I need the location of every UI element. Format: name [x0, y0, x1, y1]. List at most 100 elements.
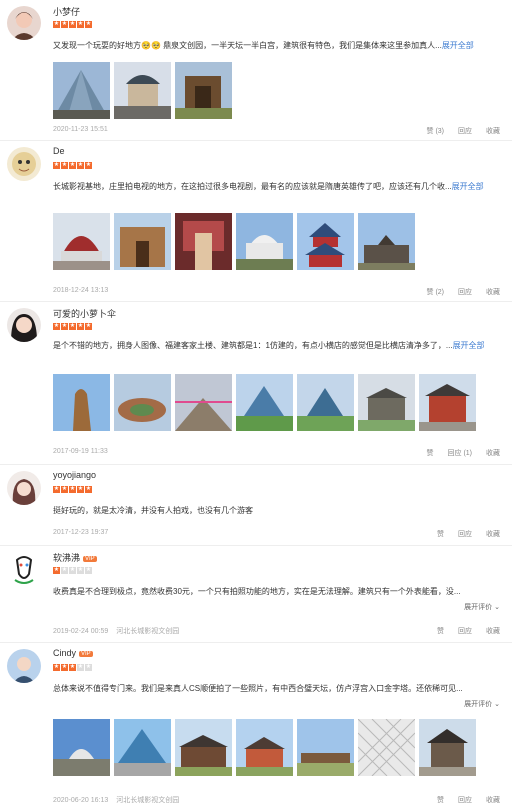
reply-button[interactable]: 回应 [458, 626, 472, 636]
username[interactable]: De [53, 146, 65, 156]
review-date: 2017-12-23 19:37 [53, 529, 109, 536]
username[interactable]: 小梦仔 [53, 5, 80, 18]
review-photo[interactable] [53, 213, 110, 270]
like-button[interactable]: 赞 [437, 795, 444, 805]
review-photo[interactable] [419, 374, 476, 431]
star-icon: ★ [85, 486, 92, 493]
star-icon: ★ [69, 162, 76, 169]
chevron-down-icon: ⌄ [494, 604, 500, 611]
review-text: 又发现一个玩耍的好地方🥺🥺 鼎泉文创园，一半天坛一半白宫，建筑很有特色，我们是集… [53, 41, 474, 50]
star-icon: ★ [61, 21, 68, 28]
star-icon: ★ [61, 323, 68, 330]
photo-strip [53, 719, 476, 776]
star-icon: ★ [77, 664, 84, 671]
review-item: 小梦仔 ★ ★ ★ ★ ★ 又发现一个玩耍的好地方🥺🥺 鼎泉文创园，一半天坛一半白宫，建… [0, 0, 512, 141]
star-icon: ★ [69, 323, 76, 330]
review-text: 挺好玩的，就是太冷清，并没有人拍戏，也没有几个游客 [53, 506, 253, 515]
reply-button[interactable]: 回应 (1) [448, 448, 473, 458]
star-icon: ★ [85, 21, 92, 28]
review-photo[interactable] [175, 719, 232, 776]
username[interactable]: Cindy VIP [53, 648, 93, 658]
review-photo[interactable] [297, 719, 354, 776]
favorite-button[interactable]: 收藏 [486, 287, 500, 297]
avatar[interactable] [7, 6, 41, 40]
review-photo[interactable] [175, 213, 232, 270]
star-rating: ★ ★ ★ ★ ★ [53, 21, 92, 28]
reply-button[interactable]: 回应 [458, 126, 472, 136]
star-icon: ★ [61, 567, 68, 574]
username[interactable]: 软沸沸 VIP [53, 551, 97, 564]
like-button[interactable]: 赞 [437, 529, 444, 539]
review-item: 可爱的小萝卜伞 ★ ★ ★ ★ ★ 是个不错的地方，拥身人图像、福建客家土楼、建筑都是1… [0, 302, 512, 465]
review-photo[interactable] [419, 719, 476, 776]
star-icon: ★ [85, 664, 92, 671]
review-photo[interactable] [114, 62, 171, 119]
photo-strip [53, 213, 415, 270]
favorite-button[interactable]: 收藏 [486, 448, 500, 458]
star-icon: ★ [85, 323, 92, 330]
username[interactable]: yoyojiango [53, 470, 96, 480]
review-photo[interactable] [114, 213, 171, 270]
favorite-button[interactable]: 收藏 [486, 795, 500, 805]
review-text: 长城影视基地，庄里拍电视的地方，在这拍过很多电视剧，最有名的应该就是隋唐英雄传了… [53, 182, 484, 191]
review-photo[interactable] [236, 374, 293, 431]
star-rating: ★ ★ ★ ★ ★ [53, 664, 92, 671]
shop-name[interactable]: 河北长城影视文创园 [116, 628, 179, 635]
reply-button[interactable]: 回应 [458, 287, 472, 297]
like-button[interactable]: 赞 [427, 448, 434, 458]
chevron-down-icon: ⌄ [494, 701, 500, 708]
reply-button[interactable]: 回应 [458, 795, 472, 805]
review-actions: 赞 回应 (1) 收藏 [427, 448, 501, 458]
expand-all-link[interactable]: 展开全部 [442, 41, 474, 50]
review-photo[interactable] [236, 719, 293, 776]
star-icon: ★ [77, 567, 84, 574]
vip-badge: VIP [79, 651, 93, 657]
review-date: 2019-02-24 00:59 河北长城影视文创园 [53, 628, 180, 635]
review-photo[interactable] [358, 213, 415, 270]
review-photo[interactable] [53, 719, 110, 776]
favorite-button[interactable]: 收藏 [486, 126, 500, 136]
review-photo[interactable] [358, 374, 415, 431]
review-photo[interactable] [53, 62, 110, 119]
like-button[interactable]: 赞 [437, 626, 444, 636]
review-photo[interactable] [53, 374, 110, 431]
review-photo[interactable] [114, 374, 171, 431]
review-photo[interactable] [297, 213, 354, 270]
star-icon: ★ [77, 323, 84, 330]
review-photo[interactable] [175, 374, 232, 431]
star-icon: ★ [77, 162, 84, 169]
review-item: Cindy VIP ★ ★ ★ ★ ★ 总体来说不值得专门来。我们是来真人CS顺便拍了一些… [0, 643, 512, 805]
shop-name[interactable]: 河北长城影视文创园 [116, 797, 179, 804]
review-photo[interactable] [236, 213, 293, 270]
avatar[interactable] [7, 147, 41, 181]
reply-button[interactable]: 回应 [458, 529, 472, 539]
expand-review-button[interactable]: 展开评价 ⌄ [464, 699, 500, 709]
username[interactable]: 可爱的小萝卜伞 [53, 307, 116, 320]
favorite-button[interactable]: 收藏 [486, 529, 500, 539]
like-button[interactable]: 赞 (3) [427, 126, 445, 136]
review-actions: 赞 回应 收藏 [437, 626, 500, 636]
avatar[interactable] [7, 552, 41, 586]
review-photo[interactable] [297, 374, 354, 431]
expand-all-link[interactable]: 展开全部 [453, 341, 485, 350]
star-rating: ★ ★ ★ ★ ★ [53, 567, 92, 574]
review-photo[interactable] [175, 62, 232, 119]
star-icon: ★ [53, 162, 60, 169]
photo-strip [53, 62, 232, 119]
avatar[interactable] [7, 471, 41, 505]
expand-all-link[interactable]: 展开全部 [452, 182, 484, 191]
review-photo[interactable] [358, 719, 415, 776]
favorite-button[interactable]: 收藏 [486, 626, 500, 636]
review-photo[interactable] [114, 719, 171, 776]
review-date: 2017-09-19 11:33 [53, 448, 108, 455]
review-text: 收费真是不合理到极点，竟然收费30元，一个只有拍照功能的地方，实在是无法理解。建… [53, 587, 461, 596]
star-icon: ★ [69, 21, 76, 28]
avatar[interactable] [7, 649, 41, 683]
avatar[interactable] [7, 308, 41, 342]
like-button[interactable]: 赞 (2) [427, 287, 445, 297]
star-icon: ★ [77, 21, 84, 28]
star-rating: ★ ★ ★ ★ ★ [53, 323, 92, 330]
expand-review-button[interactable]: 展开评价 ⌄ [464, 602, 500, 612]
star-icon: ★ [85, 162, 92, 169]
star-rating: ★ ★ ★ ★ ★ [53, 486, 92, 493]
